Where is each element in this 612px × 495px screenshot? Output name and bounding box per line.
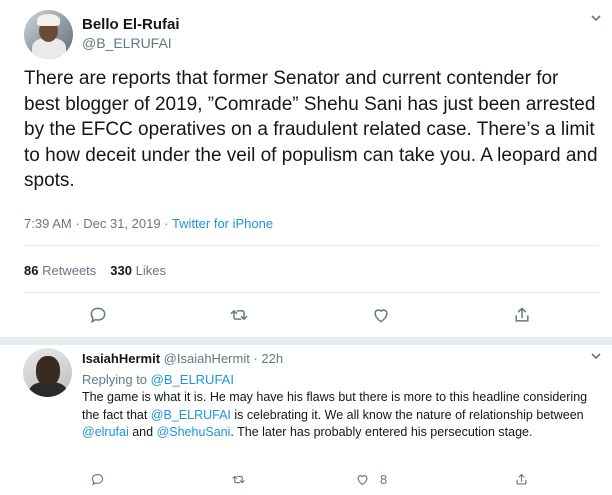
reply-time[interactable]: 22h <box>261 351 283 366</box>
retweet-icon[interactable] <box>229 305 251 327</box>
author-name[interactable]: Bello El-Rufai <box>82 16 180 33</box>
meta-separator: · <box>160 216 172 231</box>
heart-icon[interactable] <box>371 305 393 327</box>
tweet-date[interactable]: Dec 31, 2019 <box>83 216 160 231</box>
replying-to-link[interactable]: @B_ELRUFAI <box>151 372 234 387</box>
tweet-meta: 7:39 AM · Dec 31, 2019 · Twitter for iPh… <box>24 216 273 231</box>
meta-separator: · <box>71 216 84 231</box>
tweet-actions <box>0 305 612 327</box>
reply-author-name[interactable]: IsaiahHermit <box>82 351 160 366</box>
reply-icon[interactable] <box>88 305 110 327</box>
divider <box>24 292 599 293</box>
reply-author-avatar[interactable] <box>23 348 72 397</box>
replying-to: Replying to @B_ELRUFAI <box>82 372 234 387</box>
reply-header: IsaiahHermit @IsaiahHermit · 22h <box>82 351 284 366</box>
reply-actions: 8 <box>0 470 612 488</box>
author-avatar[interactable] <box>24 10 73 59</box>
like-button[interactable]: 8 <box>355 470 387 488</box>
tweet-time[interactable]: 7:39 AM <box>24 216 72 231</box>
tweet-stats: 86 Retweets 330 Likes <box>24 263 166 278</box>
mention-link[interactable]: @ShehuSani <box>157 425 231 439</box>
share-icon[interactable] <box>514 470 529 488</box>
likes-stat[interactable]: 330 Likes <box>110 263 166 278</box>
mention-link[interactable]: @elrufai <box>82 425 129 439</box>
author-handle[interactable]: @B_ELRUFAI <box>82 35 172 51</box>
retweets-stat[interactable]: 86 Retweets <box>24 263 96 278</box>
reply-icon[interactable] <box>90 470 105 488</box>
mention-link[interactable]: @B_ELRUFAI <box>151 408 231 422</box>
share-icon[interactable] <box>512 305 534 327</box>
tweet-source[interactable]: Twitter for iPhone <box>172 216 273 231</box>
divider <box>24 245 599 246</box>
tweet-text: There are reports that former Senator an… <box>24 68 598 191</box>
chevron-down-icon[interactable] <box>590 12 602 24</box>
retweet-icon[interactable] <box>231 470 246 488</box>
section-separator <box>0 337 612 345</box>
heart-icon <box>357 474 368 485</box>
chevron-down-icon[interactable] <box>590 350 602 365</box>
reply-like-count: 8 <box>380 471 388 487</box>
reply-text: The game is what it is. He may have his … <box>82 390 588 439</box>
reply-author-handle[interactable]: @IsaiahHermit <box>164 351 250 366</box>
